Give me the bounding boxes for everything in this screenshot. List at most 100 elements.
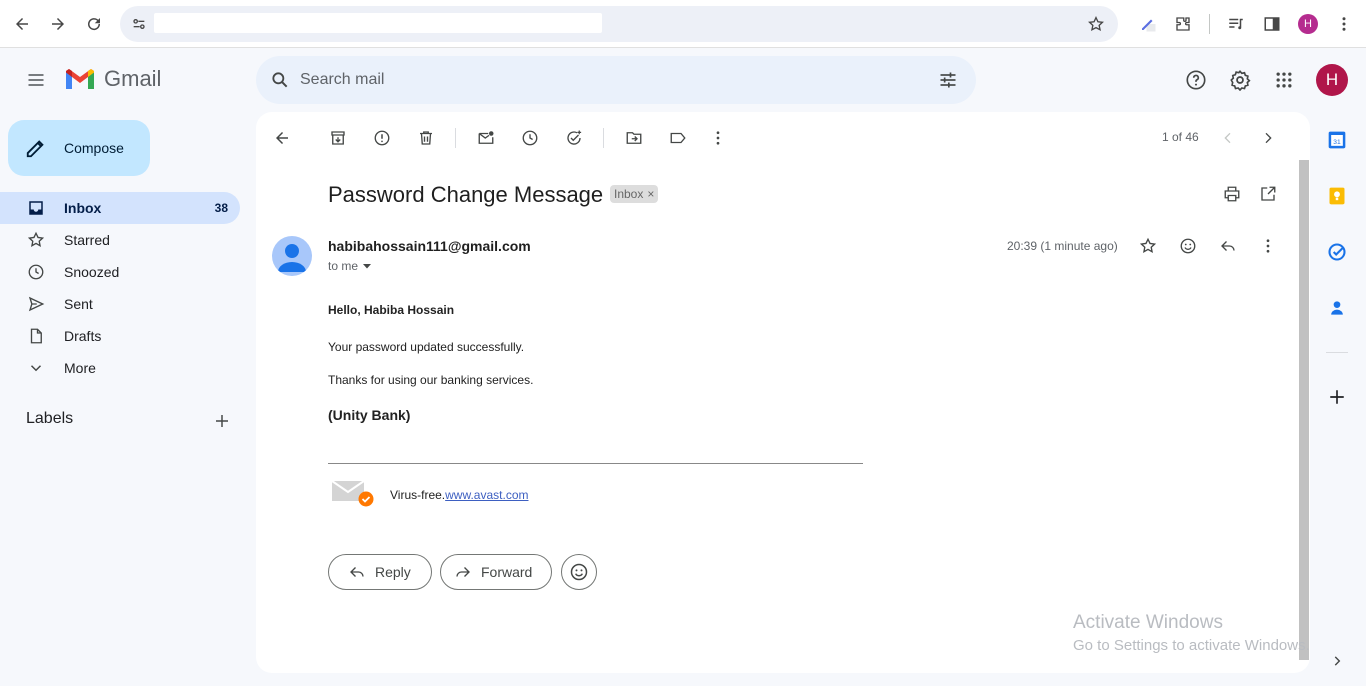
pencil-icon — [24, 136, 48, 160]
email-body-line: Your password updated successfully. — [328, 340, 525, 354]
reply-button[interactable]: Reply — [328, 554, 432, 590]
extensions-puzzle-icon[interactable] — [1171, 12, 1195, 36]
star-message-icon[interactable] — [1136, 234, 1160, 258]
message-more-icon[interactable] — [1256, 234, 1280, 258]
extension-pen-icon[interactable] — [1136, 12, 1160, 36]
main-menu-icon[interactable] — [22, 66, 50, 94]
browser-profile-avatar[interactable]: H — [1298, 14, 1318, 34]
chevron-down-icon — [26, 358, 46, 378]
report-spam-icon[interactable] — [370, 126, 394, 150]
gmail-m-icon — [66, 69, 94, 89]
activation-watermark-title: Activate Windows — [1073, 612, 1223, 633]
site-info-icon[interactable] — [128, 13, 150, 35]
virus-free-text: Virus-free. — [390, 488, 446, 502]
media-control-icon[interactable] — [1224, 12, 1248, 36]
star-icon — [26, 230, 46, 250]
bookmark-star-icon[interactable] — [1084, 12, 1108, 36]
side-panel-divider — [1326, 352, 1348, 353]
settings-gear-icon[interactable] — [1228, 68, 1252, 92]
move-to-icon[interactable] — [622, 126, 646, 150]
caret-down-icon — [363, 264, 372, 269]
search-options-icon[interactable] — [936, 68, 960, 92]
back-to-inbox-icon[interactable] — [270, 126, 294, 150]
pagination-text: 1 of 46 — [1162, 130, 1199, 144]
clock-icon — [26, 262, 46, 282]
signature-divider — [328, 463, 863, 464]
delete-icon[interactable] — [414, 126, 438, 150]
unread-count: 38 — [214, 201, 228, 215]
reply-icon[interactable] — [1216, 234, 1240, 258]
inbox-label-chip[interactable]: Inbox × — [610, 185, 659, 203]
draft-icon — [26, 326, 46, 346]
label-icon[interactable] — [666, 126, 690, 150]
print-icon[interactable] — [1220, 182, 1244, 206]
reply-icon — [347, 562, 367, 582]
forward-icon[interactable] — [46, 12, 70, 36]
archive-icon[interactable] — [326, 126, 350, 150]
calendar-icon[interactable]: 31 — [1326, 129, 1348, 151]
browser-menu-icon[interactable] — [1332, 12, 1356, 36]
search-input[interactable] — [300, 66, 900, 94]
sender-email[interactable]: habibahossain111@gmail.com — [328, 238, 531, 254]
email-body-line: Thanks for using our banking services. — [328, 373, 534, 387]
browser-toolbar: H — [0, 0, 1366, 48]
labels-heading: Labels — [26, 410, 74, 427]
sidebar-item-inbox[interactable]: Inbox 38 — [0, 192, 240, 224]
older-chevron-right-icon[interactable] — [1256, 126, 1280, 150]
gmail-logo[interactable]: Gmail — [64, 66, 161, 92]
forward-button[interactable]: Forward — [440, 554, 552, 590]
help-icon[interactable] — [1184, 68, 1208, 92]
chip-remove-icon[interactable]: × — [647, 187, 654, 201]
open-in-new-window-icon[interactable] — [1256, 182, 1280, 206]
emoji-react-button[interactable] — [561, 554, 597, 590]
email-subject: Password Change Message — [328, 182, 604, 207]
sidebar-item-sent[interactable]: Sent — [0, 288, 240, 320]
snooze-icon[interactable] — [518, 126, 542, 150]
address-bar[interactable] — [120, 6, 1118, 42]
newer-chevron-left-icon[interactable] — [1216, 126, 1240, 150]
compose-button[interactable]: Compose — [8, 120, 150, 176]
mark-unread-icon[interactable] — [474, 126, 498, 150]
toolbar-divider — [1209, 14, 1210, 34]
sidebar-item-starred[interactable]: Starred — [0, 224, 240, 256]
recipient-details[interactable]: to me — [328, 259, 372, 273]
add-to-tasks-icon[interactable] — [562, 126, 586, 150]
sidebar-item-label: Starred — [64, 232, 110, 248]
keep-icon[interactable] — [1326, 185, 1348, 207]
search-bar — [256, 56, 976, 104]
search-icon[interactable] — [268, 68, 292, 92]
sender-avatar[interactable] — [272, 236, 312, 276]
forward-label: Forward — [481, 564, 533, 580]
url-text[interactable] — [154, 13, 602, 33]
sidebar-item-more[interactable]: More — [0, 352, 240, 384]
forward-arrow-icon — [453, 562, 473, 582]
account-avatar[interactable]: H — [1316, 64, 1348, 96]
side-panel-icon[interactable] — [1260, 12, 1284, 36]
sidebar-item-label: Inbox — [64, 200, 102, 216]
sidebar-item-label: More — [64, 360, 96, 376]
more-options-icon[interactable] — [706, 126, 730, 150]
expand-side-panel-chevron-icon[interactable] — [1326, 650, 1348, 672]
avast-link[interactable]: www.avast.com — [445, 488, 528, 502]
chip-label: Inbox — [614, 187, 644, 201]
sidebar-item-label: Snoozed — [64, 264, 120, 280]
virus-free-note: Virus-free.www.avast.com — [390, 488, 529, 502]
activation-watermark-text: Go to Settings to activate Windows. — [1073, 637, 1310, 654]
sidebar-item-snoozed[interactable]: Snoozed — [0, 256, 240, 288]
scrollbar[interactable] — [1299, 160, 1309, 660]
sidebar-item-drafts[interactable]: Drafts — [0, 320, 240, 352]
get-addons-plus-icon[interactable] — [1326, 386, 1348, 408]
contacts-icon[interactable] — [1326, 297, 1348, 319]
apps-grid-icon[interactable] — [1272, 68, 1296, 92]
toolbar-divider — [455, 128, 456, 148]
add-label-icon[interactable] — [212, 411, 232, 431]
email-signature: (Unity Bank) — [328, 407, 411, 423]
emoji-reaction-icon[interactable] — [1176, 234, 1200, 258]
email-greeting: Hello, Habiba Hossain — [328, 303, 455, 317]
compose-label: Compose — [64, 140, 124, 156]
tasks-icon[interactable] — [1326, 241, 1348, 263]
email-timestamp: 20:39 (1 minute ago) — [1007, 239, 1118, 253]
inbox-icon — [26, 198, 46, 218]
back-icon[interactable] — [10, 12, 34, 36]
reload-icon[interactable] — [82, 12, 106, 36]
